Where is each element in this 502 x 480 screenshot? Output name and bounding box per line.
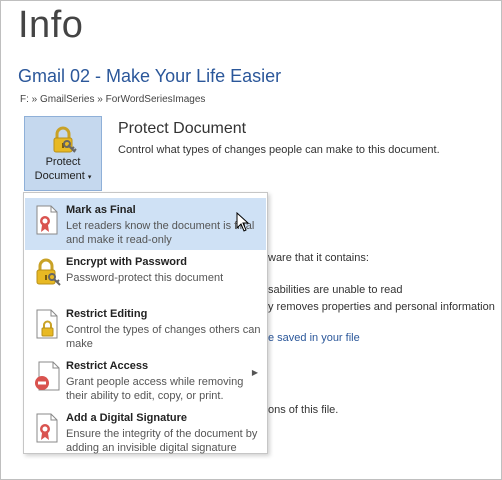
protect-button-label-1: Protect — [45, 156, 81, 168]
menu-item-encrypt-with-password[interactable]: Encrypt with Password Password-protect t… — [25, 250, 266, 302]
chevron-down-icon: ▾ — [87, 174, 92, 181]
saved-link[interactable]: e saved in your file — [268, 332, 360, 344]
versions-text: ons of this file. — [268, 404, 339, 416]
lock-document-icon — [33, 308, 61, 340]
menu-item-description: Control the types of changes others can … — [66, 324, 261, 350]
lock-key-icon — [33, 256, 61, 288]
menu-item-description: Grant people access while removing their… — [66, 376, 244, 402]
page-title: Info — [18, 4, 84, 46]
section-title: Protect Document — [118, 120, 247, 137]
menu-item-restrict-access[interactable]: Restrict Access Grant people access whil… — [25, 354, 266, 406]
menu-item-description: Password-protect this document — [66, 272, 224, 284]
menu-item-mark-as-final[interactable]: Mark as Final Let readers know the docum… — [25, 198, 266, 250]
menu-item-description: Let readers know the document is final a… — [66, 220, 255, 246]
menu-item-restrict-editing[interactable]: Restrict Editing Control the types of ch… — [25, 302, 266, 354]
restrict-document-icon — [33, 360, 61, 392]
menu-item-title: Mark as Final — [66, 204, 136, 216]
mouse-cursor-icon — [236, 211, 250, 237]
section-description: Control what types of changes people can… — [118, 144, 440, 156]
menu-item-add-digital-signature[interactable]: Add a Digital Signature Ensure the integ… — [25, 406, 266, 458]
document-title: Gmail 02 - Make Your Life Easier — [18, 66, 282, 86]
menu-item-title: Encrypt with Password — [66, 256, 188, 268]
submenu-arrow-icon: ▶ — [251, 368, 258, 377]
protect-document-button[interactable]: Protect Document ▾ — [24, 116, 102, 191]
properties-text: y removes properties and personal inform… — [268, 301, 495, 313]
menu-item-title: Restrict Editing — [66, 308, 148, 320]
accessibility-text: sabilities are unable to read — [268, 284, 403, 296]
ribbon-document-icon — [33, 204, 61, 236]
menu-item-title: Restrict Access — [66, 360, 149, 372]
lock-key-icon — [25, 125, 101, 155]
breadcrumb[interactable]: F: » GmailSeries » ForWordSeriesImages — [20, 94, 205, 105]
menu-item-title: Add a Digital Signature — [66, 412, 188, 424]
inspect-text: ware that it contains: — [268, 252, 369, 264]
protect-document-menu: Mark as Final Let readers know the docum… — [23, 192, 268, 454]
protect-button-label-2: Document ▾ — [34, 170, 92, 182]
menu-item-description: Ensure the integrity of the document by … — [66, 428, 258, 454]
signature-document-icon — [33, 412, 61, 444]
